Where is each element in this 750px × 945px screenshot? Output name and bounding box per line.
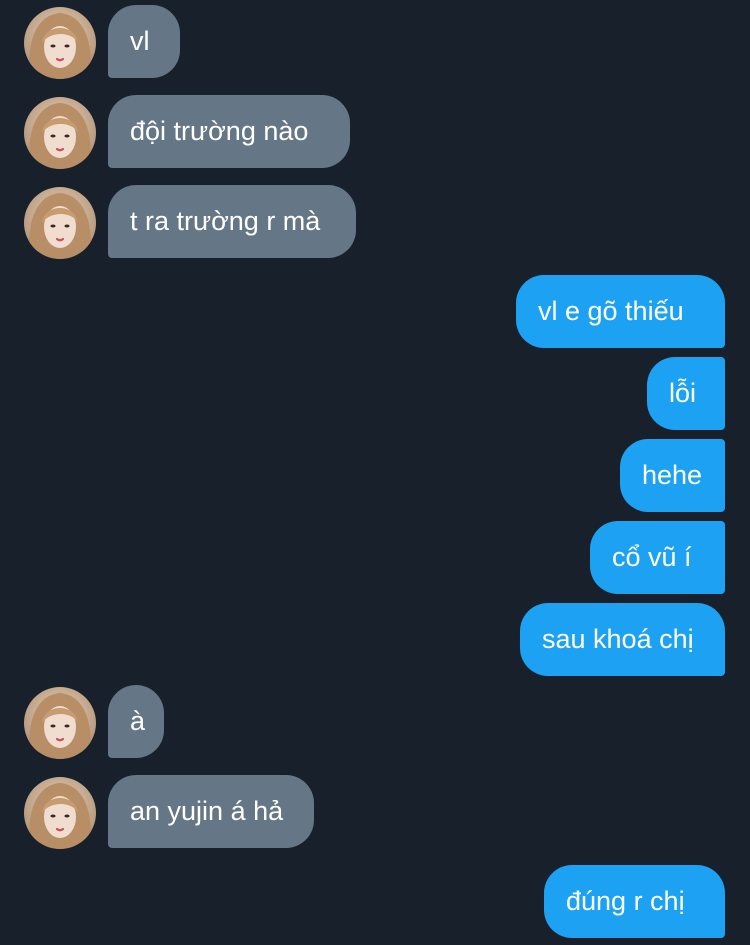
message-bubble[interactable]: vl — [108, 5, 180, 78]
avatar[interactable] — [24, 187, 96, 259]
avatar[interactable] — [24, 687, 96, 759]
message-text: đúng r chị — [566, 886, 685, 916]
message-bubble[interactable]: cổ vũ í — [590, 521, 725, 594]
message-incoming: đội trường nào — [0, 95, 750, 169]
message-text: hehe — [642, 460, 703, 490]
message-text: vl e gõ thiếu — [538, 296, 684, 326]
message-bubble[interactable]: t ra trường r mà — [108, 185, 356, 258]
avatar[interactable] — [24, 7, 96, 79]
message-text: sau khoá chị — [542, 624, 694, 654]
message-bubble[interactable]: đúng r chị — [544, 865, 725, 938]
message-bubble[interactable]: đội trường nào — [108, 95, 350, 168]
message-bubble[interactable]: sau khoá chị — [520, 603, 725, 676]
message-bubble[interactable]: hehe — [620, 439, 725, 512]
message-incoming: an yujin á hả — [0, 775, 750, 849]
message-bubble[interactable]: à — [108, 685, 164, 758]
message-text: lỗi — [669, 378, 697, 408]
message-text: t ra trường r mà — [130, 206, 321, 236]
conversation-thread: vl đội trường nào t ra trường r mà vl e … — [0, 0, 750, 945]
message-outgoing: vl e gõ thiếu — [0, 275, 750, 349]
message-text: đội trường nào — [130, 116, 309, 146]
message-incoming: t ra trường r mà — [0, 185, 750, 259]
message-outgoing: lỗi — [0, 357, 750, 431]
message-text: à — [130, 706, 146, 736]
message-outgoing: hehe — [0, 439, 750, 513]
message-text: vl — [130, 26, 150, 56]
message-incoming: à — [0, 685, 750, 759]
avatar[interactable] — [24, 777, 96, 849]
message-text: an yujin á hả — [130, 796, 284, 826]
message-bubble[interactable]: lỗi — [647, 357, 725, 430]
message-bubble[interactable]: vl e gõ thiếu — [516, 275, 725, 348]
avatar[interactable] — [24, 97, 96, 169]
message-bubble[interactable]: an yujin á hả — [108, 775, 314, 848]
message-text: cổ vũ í — [612, 542, 692, 572]
message-outgoing: cổ vũ í — [0, 521, 750, 595]
message-outgoing: sau khoá chị — [0, 603, 750, 677]
message-incoming: vl — [0, 5, 750, 79]
message-outgoing: đúng r chị — [0, 865, 750, 939]
